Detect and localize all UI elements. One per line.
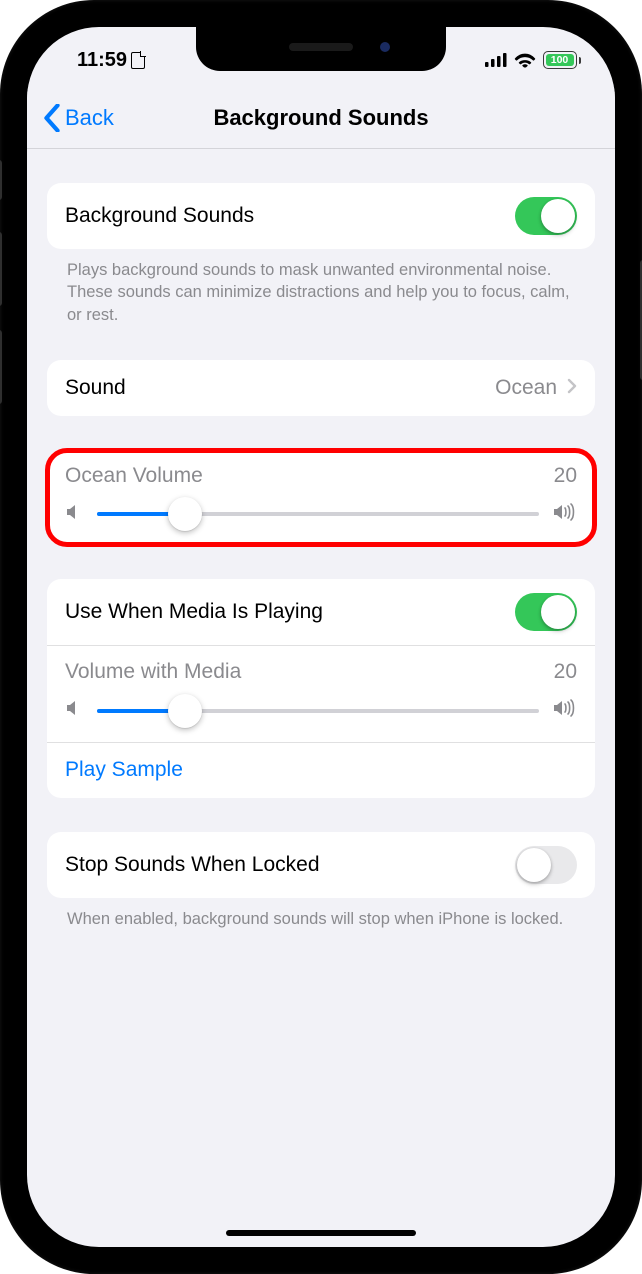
ocean-volume-group: Ocean Volume 20 bbox=[47, 450, 595, 545]
play-sample-link[interactable]: Play Sample bbox=[65, 758, 183, 782]
sound-value: Ocean bbox=[495, 376, 557, 400]
background-sounds-toggle[interactable] bbox=[515, 197, 577, 235]
volume-with-media-label: Volume with Media bbox=[65, 660, 241, 684]
media-group: Use When Media Is Playing Volume with Me… bbox=[47, 579, 595, 798]
chevron-left-icon bbox=[43, 104, 61, 132]
use-when-media-toggle-row[interactable]: Use When Media Is Playing bbox=[47, 579, 595, 645]
screen: 11:59 100 bbox=[27, 27, 615, 1247]
background-sounds-toggle-row[interactable]: Background Sounds bbox=[47, 183, 595, 249]
nav-header: Back Background Sounds bbox=[27, 87, 615, 149]
status-time: 11:59 bbox=[77, 49, 127, 72]
volume-with-media-slider[interactable] bbox=[97, 709, 539, 713]
volume-up-button bbox=[0, 232, 2, 306]
device-frame: 11:59 100 bbox=[0, 0, 642, 1274]
locked-footer: When enabled, background sounds will sto… bbox=[47, 898, 595, 930]
background-sounds-label: Background Sounds bbox=[65, 204, 505, 228]
home-indicator[interactable] bbox=[226, 1230, 416, 1236]
volume-down-button bbox=[0, 330, 2, 404]
sound-row[interactable]: Sound Ocean bbox=[47, 360, 595, 416]
sim-icon bbox=[131, 52, 145, 69]
back-label: Back bbox=[65, 105, 114, 131]
ocean-volume-value: 20 bbox=[554, 464, 577, 488]
stop-when-locked-toggle[interactable] bbox=[515, 846, 577, 884]
locked-group: Stop Sounds When Locked bbox=[47, 832, 595, 898]
sound-label: Sound bbox=[65, 376, 485, 400]
volume-with-media-value: 20 bbox=[554, 660, 577, 684]
stop-when-locked-label: Stop Sounds When Locked bbox=[65, 853, 505, 877]
volume-with-media-row: Volume with Media 20 bbox=[47, 645, 595, 742]
use-when-media-toggle[interactable] bbox=[515, 593, 577, 631]
ocean-volume-highlight: Ocean Volume 20 bbox=[47, 450, 595, 545]
ocean-volume-slider[interactable] bbox=[97, 512, 539, 516]
ocean-volume-row: Ocean Volume 20 bbox=[47, 450, 595, 545]
ocean-volume-label: Ocean Volume bbox=[65, 464, 203, 488]
stop-when-locked-toggle-row[interactable]: Stop Sounds When Locked bbox=[47, 832, 595, 898]
notch bbox=[196, 27, 446, 71]
wifi-icon bbox=[514, 52, 536, 68]
cellular-icon bbox=[485, 53, 507, 67]
background-sounds-footer: Plays background sounds to mask unwanted… bbox=[47, 249, 595, 326]
chevron-right-icon bbox=[567, 376, 577, 400]
speaker-low-icon bbox=[65, 699, 83, 723]
play-sample-row[interactable]: Play Sample bbox=[47, 742, 595, 798]
use-when-media-label: Use When Media Is Playing bbox=[65, 600, 505, 624]
page-title: Background Sounds bbox=[213, 105, 428, 131]
speaker-low-icon bbox=[65, 503, 83, 526]
speaker-high-icon bbox=[553, 698, 577, 724]
speaker-high-icon bbox=[553, 502, 577, 527]
sound-group: Sound Ocean bbox=[47, 360, 595, 416]
background-sounds-group: Background Sounds bbox=[47, 183, 595, 249]
silence-switch bbox=[0, 160, 2, 200]
content: Background Sounds Plays background sound… bbox=[27, 149, 615, 1247]
battery-icon: 100 bbox=[543, 51, 582, 69]
back-button[interactable]: Back bbox=[43, 87, 114, 148]
